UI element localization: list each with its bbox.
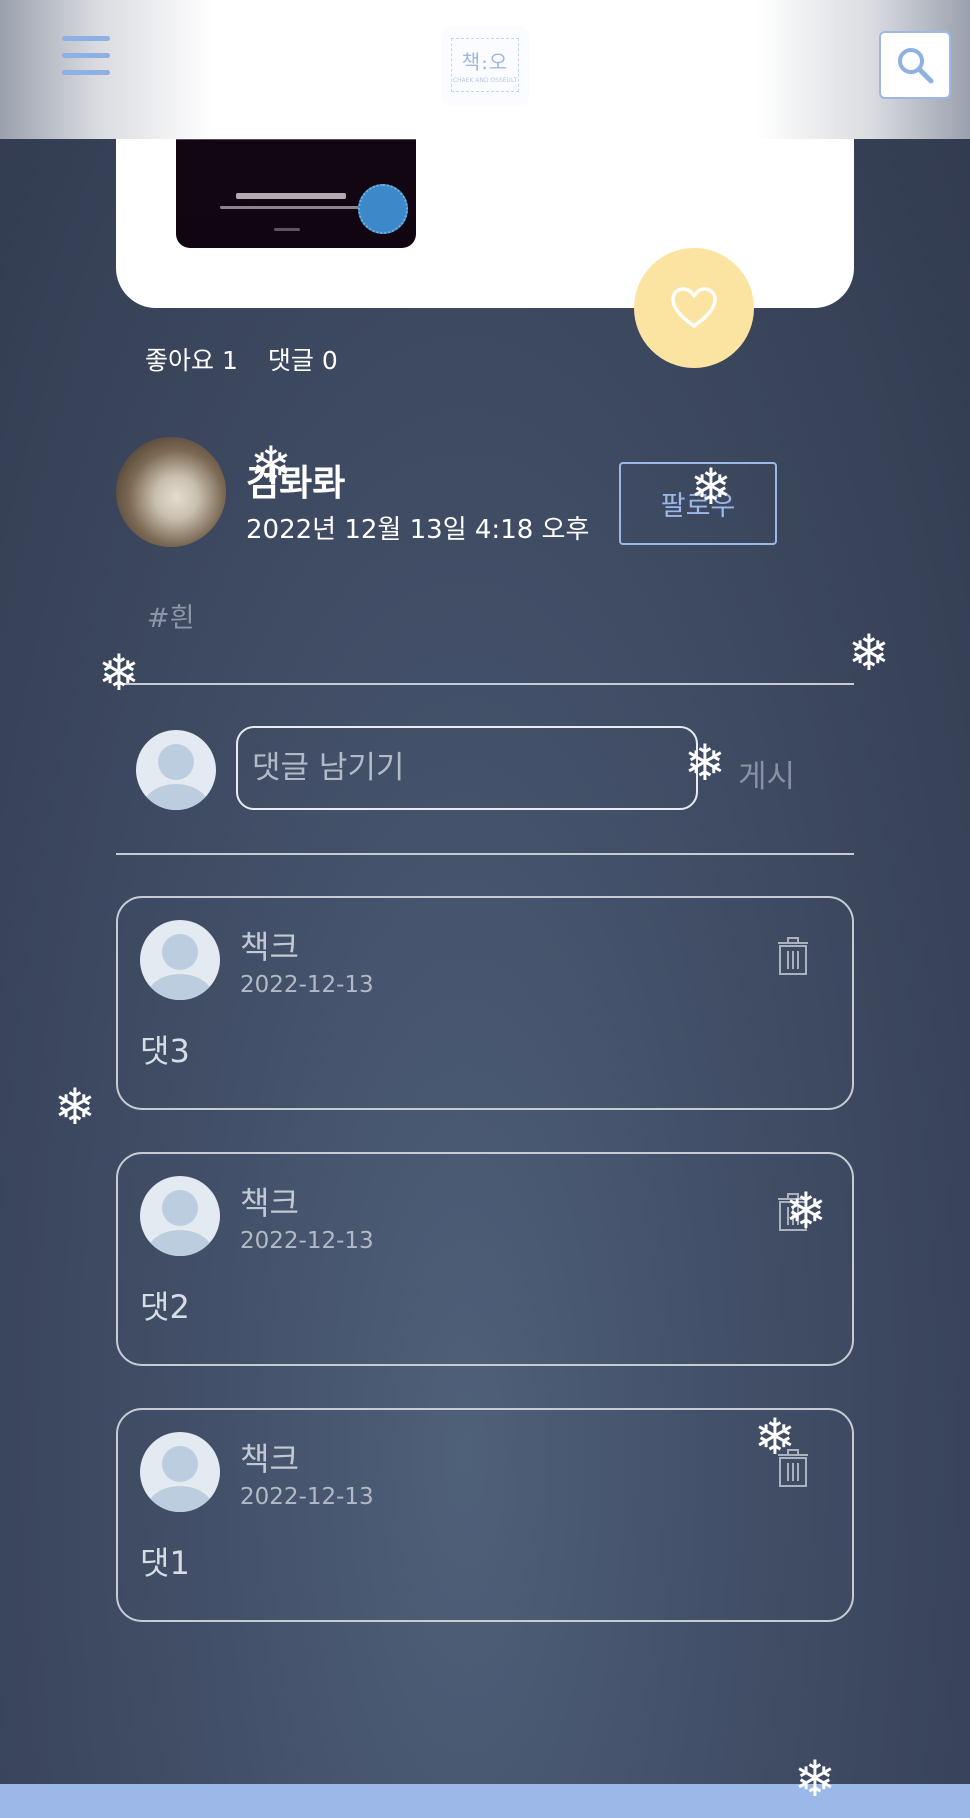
comment-text: 댓3 [140, 1032, 190, 1070]
post-date: 2022년 12월 13일 4:18 오후 [246, 515, 590, 545]
like-button[interactable] [634, 248, 754, 368]
app-logo[interactable]: 책:오 CHAEK AND OSSEULT [441, 26, 529, 106]
comment-date: 2022-12-13 [240, 1484, 374, 1510]
hashtag[interactable]: #흰 [147, 596, 194, 635]
snowflake-icon: ❄ [98, 644, 140, 702]
hamburger-menu-icon [62, 36, 110, 41]
comment-text: 댓1 [140, 1544, 190, 1582]
logo-subtext: CHAEK AND OSSEULT [452, 77, 518, 84]
snowflake-icon: ❄ [250, 436, 292, 494]
cover-publisher-art [274, 228, 300, 231]
comment-author[interactable]: 책크 [240, 1434, 299, 1480]
avatar-head [162, 1446, 198, 1482]
divider [116, 683, 854, 685]
divider [116, 853, 854, 855]
post-stats: 좋아요 1 댓글 0 [145, 341, 338, 377]
avatar-body [142, 784, 210, 810]
like-count-label: 좋아요 [145, 346, 215, 375]
cover-title-art [236, 193, 346, 199]
snowflake-icon: ❄ [754, 1408, 796, 1466]
comment-item: 책크 2022-12-13 댓1 [116, 1408, 854, 1622]
comment-text: 댓2 [140, 1288, 190, 1326]
author-avatar[interactable] [116, 437, 226, 547]
snowflake-icon: ❄ [794, 1750, 836, 1808]
comment-author[interactable]: 책크 [240, 922, 299, 968]
comment-item: 책크 2022-12-13 댓2 [116, 1152, 854, 1366]
commenter-avatar [140, 1432, 220, 1512]
snowflake-icon: ❄ [785, 1182, 827, 1240]
cover-badge-art [358, 184, 408, 234]
comment-item: 책크 2022-12-13 댓3 [116, 896, 854, 1110]
menu-button[interactable] [62, 36, 112, 76]
avatar-body [146, 1486, 214, 1512]
avatar-head [162, 934, 198, 970]
search-button[interactable] [879, 31, 951, 99]
current-user-avatar [136, 730, 216, 810]
comment-count: 댓글 0 [268, 341, 338, 377]
comment-count-label: 댓글 [267, 346, 314, 375]
snowflake-icon: ❄ [690, 458, 732, 516]
comment-date: 2022-12-13 [240, 972, 374, 998]
trash-icon[interactable] [776, 936, 810, 976]
like-count: 좋아요 1 [145, 341, 238, 377]
like-count-value: 1 [221, 346, 238, 375]
avatar-head [162, 1190, 198, 1226]
cover-subtitle-art [220, 206, 360, 209]
commenter-avatar [140, 1176, 220, 1256]
search-icon [898, 48, 934, 84]
comment-count-value: 0 [321, 346, 338, 375]
logo-frame: 책:오 CHAEK AND OSSEULT [451, 38, 519, 92]
avatar-body [146, 974, 214, 1000]
snowflake-icon: ❄ [684, 734, 726, 792]
hamburger-line [62, 53, 110, 58]
commenter-avatar [140, 920, 220, 1000]
snowflake-icon: ❄ [848, 624, 890, 682]
snowflake-icon: ❄ [54, 1078, 96, 1136]
avatar-head [158, 744, 194, 780]
top-header: 책:오 CHAEK AND OSSEULT [0, 0, 970, 139]
comment-author[interactable]: 책크 [240, 1178, 299, 1224]
post-comment-button[interactable]: 게시 [738, 751, 795, 796]
avatar-body [146, 1230, 214, 1256]
comment-date: 2022-12-13 [240, 1228, 374, 1254]
hamburger-line [62, 70, 110, 75]
logo-text: 책:오 [461, 50, 509, 74]
heart-icon [671, 287, 717, 328]
comment-input[interactable] [236, 726, 698, 810]
